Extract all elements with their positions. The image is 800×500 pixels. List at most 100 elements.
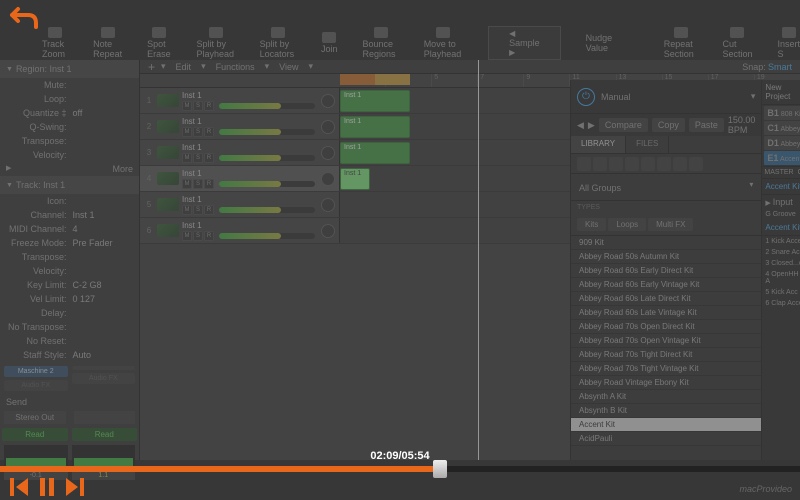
view-menu[interactable]: View bbox=[275, 62, 302, 72]
master-tab[interactable]: MASTER bbox=[762, 167, 795, 178]
pan-knob[interactable] bbox=[321, 120, 335, 134]
midi-region[interactable]: Inst 1 bbox=[340, 142, 410, 164]
back-button[interactable] bbox=[8, 5, 44, 43]
compare-button[interactable]: Compare bbox=[599, 118, 648, 132]
tool-spot-erase[interactable]: Spot Erase bbox=[147, 27, 171, 59]
volume-fader[interactable] bbox=[219, 233, 315, 239]
copy-button[interactable]: Copy bbox=[652, 118, 685, 132]
files-tab[interactable]: FILES bbox=[626, 136, 669, 153]
bank-slot[interactable]: B1 808 Kit bbox=[764, 106, 800, 120]
sound-slot[interactable]: 1 Kick Acce bbox=[762, 236, 800, 247]
track-header[interactable]: 2 Inst 1 MSR bbox=[140, 114, 340, 139]
library-view-icons[interactable] bbox=[571, 154, 761, 174]
pan-knob[interactable] bbox=[321, 146, 335, 160]
track-header[interactable]: 4 Inst 1 MSR bbox=[140, 166, 340, 191]
inspector-row[interactable]: Loop: bbox=[0, 92, 139, 106]
ruler-mark[interactable]: 7 bbox=[477, 74, 523, 87]
library-tab[interactable]: LIBRARY bbox=[571, 136, 626, 153]
library-item[interactable]: Abbey Road 70s Open Direct Kit bbox=[571, 320, 761, 334]
library-item[interactable]: Abbey Road 70s Tight Direct Kit bbox=[571, 348, 761, 362]
type-multifx[interactable]: Multi FX bbox=[648, 218, 693, 231]
output-l[interactable]: Stereo Out bbox=[4, 411, 66, 424]
next-preset-button[interactable]: ▶ bbox=[588, 120, 595, 131]
library-group-title[interactable]: All Groups ▾ bbox=[571, 174, 761, 201]
prev-preset-button[interactable]: ◀ bbox=[577, 120, 584, 131]
library-item[interactable]: AcidPauli bbox=[571, 432, 761, 446]
library-item[interactable]: Absynth A Kit bbox=[571, 390, 761, 404]
solo-button[interactable]: S bbox=[193, 231, 203, 241]
library-item[interactable]: Abbey Road 50s Autumn Kit bbox=[571, 250, 761, 264]
solo-button[interactable]: S bbox=[193, 127, 203, 137]
volume-fader[interactable] bbox=[219, 129, 315, 135]
dup-track-button[interactable]: ▾ bbox=[161, 61, 166, 72]
pan-knob[interactable] bbox=[321, 224, 335, 238]
bank-slot[interactable]: E1 Accent Kit bbox=[764, 151, 800, 165]
library-item[interactable]: Abbey Road 60s Early Direct Kit bbox=[571, 264, 761, 278]
inspector-row[interactable]: Key Limit:C-2 G8 bbox=[0, 278, 139, 292]
output-r[interactable] bbox=[74, 411, 136, 424]
track-icon[interactable] bbox=[157, 120, 179, 133]
track-header[interactable]: 1 Inst 1 MSR bbox=[140, 88, 340, 113]
inspector-row[interactable]: Mute: bbox=[0, 78, 139, 92]
prev-button[interactable] bbox=[6, 474, 32, 500]
manual-label[interactable]: Manual bbox=[601, 92, 631, 102]
pause-button[interactable] bbox=[34, 474, 60, 500]
marker-2[interactable] bbox=[375, 74, 410, 85]
solo-button[interactable]: S bbox=[193, 205, 203, 215]
add-track-button[interactable]: + bbox=[148, 60, 155, 74]
volume-fader[interactable] bbox=[219, 181, 315, 187]
inspector-row[interactable]: MIDI Channel:4 bbox=[0, 222, 139, 236]
bank-slot[interactable]: C1 Abbey..ir bbox=[764, 121, 800, 135]
mute-button[interactable]: M bbox=[182, 179, 192, 189]
volume-fader[interactable] bbox=[219, 207, 315, 213]
paste-button[interactable]: Paste bbox=[689, 118, 724, 132]
edit-menu[interactable]: Edit bbox=[172, 62, 196, 72]
inspector-row[interactable]: Channel:Inst 1 bbox=[0, 208, 139, 222]
library-item[interactable]: Abbey Road 60s Early Vintage Kit bbox=[571, 278, 761, 292]
audiofx-slot-r[interactable]: Audio FX bbox=[72, 373, 136, 384]
library-item[interactable]: 909 Kit bbox=[571, 236, 761, 250]
inspector-row[interactable]: Freeze Mode:Pre Fader bbox=[0, 236, 139, 250]
inspector-row[interactable]: Transpose: bbox=[0, 250, 139, 264]
automation-read-r[interactable]: Read bbox=[72, 428, 138, 441]
track-header[interactable]: 3 Inst 1 MSR bbox=[140, 140, 340, 165]
library-item[interactable]: Abbey Road 70s Tight Vintage Kit bbox=[571, 362, 761, 376]
midi-region[interactable]: Inst 1 bbox=[340, 90, 410, 112]
solo-button[interactable]: S bbox=[193, 179, 203, 189]
solo-button[interactable]: S bbox=[193, 101, 203, 111]
tool-nudge[interactable]: Nudge Value bbox=[586, 33, 614, 53]
record-button[interactable]: R bbox=[204, 153, 214, 163]
functions-menu[interactable]: Functions bbox=[212, 62, 259, 72]
library-item[interactable]: Abbey Road Vintage Ebony Kit bbox=[571, 376, 761, 390]
solo-button[interactable]: S bbox=[193, 153, 203, 163]
sound-slot[interactable]: 3 Closed...c bbox=[762, 258, 800, 269]
inspector-row[interactable]: Q-Swing: bbox=[0, 120, 139, 134]
record-button[interactable]: R bbox=[204, 127, 214, 137]
inspector-row[interactable]: Staff Style:Auto bbox=[0, 348, 139, 362]
record-button[interactable]: R bbox=[204, 179, 214, 189]
accent-kit-header-2[interactable]: Accent Kit bbox=[762, 220, 800, 236]
library-item[interactable]: Abbey Road 60s Late Vintage Kit bbox=[571, 306, 761, 320]
mute-button[interactable]: M bbox=[182, 205, 192, 215]
track-name[interactable]: Inst 1 bbox=[182, 195, 214, 204]
tool-bounce[interactable]: Bounce Regions bbox=[363, 27, 399, 59]
track-name[interactable]: Inst 1 bbox=[182, 91, 214, 100]
inspector-row[interactable]: Velocity: bbox=[0, 148, 139, 162]
ruler-mark[interactable]: 9 bbox=[523, 74, 569, 87]
track-icon[interactable] bbox=[157, 172, 179, 185]
mute-button[interactable]: M bbox=[182, 231, 192, 241]
tool-repeat-section[interactable]: Repeat Section bbox=[664, 27, 698, 59]
mute-button[interactable]: M bbox=[182, 101, 192, 111]
midi-region[interactable]: Inst 1 bbox=[340, 168, 370, 190]
more-toggle[interactable]: ▶More bbox=[0, 162, 139, 176]
next-button[interactable] bbox=[62, 474, 88, 500]
progress-thumb[interactable] bbox=[433, 460, 447, 478]
inspector-row[interactable]: Vel Limit:0 127 bbox=[0, 292, 139, 306]
record-button[interactable]: R bbox=[204, 101, 214, 111]
library-item[interactable]: Absynth B Kit bbox=[571, 404, 761, 418]
tool-join[interactable]: Join bbox=[321, 32, 338, 54]
volume-fader[interactable] bbox=[219, 155, 315, 161]
track-header[interactable]: 6 Inst 1 MSR bbox=[140, 218, 340, 243]
inspector-row[interactable]: Quantize ‡off bbox=[0, 106, 139, 120]
tool-note-repeat[interactable]: Note Repeat bbox=[93, 27, 122, 59]
